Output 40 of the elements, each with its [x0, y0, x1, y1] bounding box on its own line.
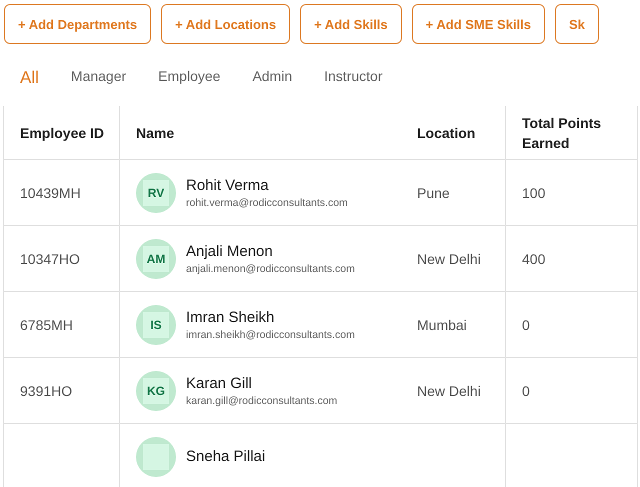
avatar: KG	[136, 370, 176, 410]
employee-id: 10347HO	[20, 250, 80, 266]
points: 0	[522, 382, 531, 398]
employee-email: karan.gill@rodicconsultants.com	[186, 394, 338, 406]
column-header: Name	[136, 124, 174, 142]
employee-name: Rohit Verma	[186, 176, 270, 194]
location: Mumbai	[417, 316, 467, 332]
location: New Delhi	[417, 382, 481, 398]
location: New Delhi	[417, 250, 481, 266]
avatar: IS	[136, 304, 176, 344]
employee-name: Sneha Pillai	[186, 448, 266, 465]
add-button[interactable]: + Add Departments	[4, 4, 152, 44]
employee-name: Karan Gill	[186, 374, 253, 392]
employee-email: anjali.menon@rodicconsultants.com	[186, 262, 355, 274]
add-button[interactable]: + Add SME Skills	[412, 4, 546, 44]
employee-id: 9391HO	[20, 382, 72, 398]
points: 100	[522, 184, 546, 200]
filter-tab[interactable]: All	[10, 60, 49, 90]
avatar	[136, 436, 176, 476]
column-header: Location	[417, 124, 476, 142]
filter-tab[interactable]: Admin	[242, 60, 302, 90]
employee-name: Imran Sheikh	[186, 308, 276, 326]
employee-email: imran.sheikh@rodicconsultants.com	[186, 328, 355, 340]
avatar: AM	[136, 238, 176, 278]
column-header: Total Points Earned	[522, 114, 602, 152]
add-button[interactable]: Sk	[555, 4, 599, 44]
add-button[interactable]: + Add Locations	[161, 4, 290, 44]
add-button[interactable]: + Add Skills	[300, 4, 402, 44]
points: 0	[522, 316, 531, 332]
employee-email: rohit.verma@rodicconsultants.com	[186, 196, 348, 208]
points: 400	[522, 250, 546, 266]
employee-name: Anjali Menon	[186, 242, 274, 260]
column-header: Employee ID	[20, 124, 104, 142]
employee-id: 6785MH	[20, 316, 73, 332]
filter-tab[interactable]: Instructor	[314, 60, 392, 90]
location: Pune	[417, 184, 450, 200]
avatar: RV	[136, 172, 176, 212]
filter-tab[interactable]: Employee	[148, 60, 230, 90]
employee-id: 10439MH	[20, 184, 81, 200]
filter-tab[interactable]: Manager	[60, 60, 136, 90]
